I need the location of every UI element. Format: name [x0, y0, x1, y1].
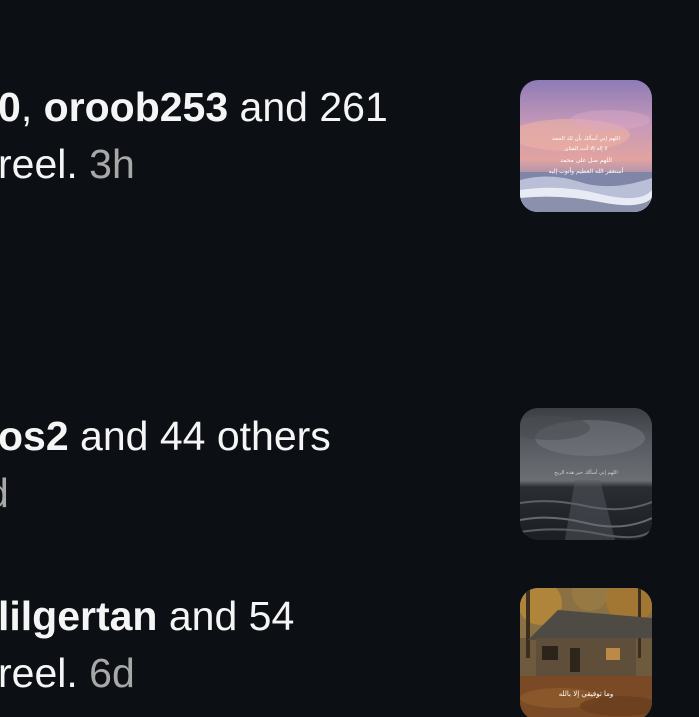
notification-line-1: 0, oroob253 and 261 — [0, 79, 388, 136]
notification-text: 0, oroob253 and 261 reel. 3h — [0, 79, 388, 193]
reel-thumbnail[interactable]: اللهم إني أسألك خير هذه الريح — [520, 408, 652, 540]
svg-text:وما توفيقي إلا بالله: وما توفيقي إلا بالله — [559, 690, 614, 698]
notification-text: os2 and 44 others d — [0, 408, 331, 522]
svg-text:اللهم صل على محمد: اللهم صل على محمد — [560, 157, 612, 164]
notification-line-2: reel. 3h — [0, 136, 388, 193]
notification-rest: reel. — [0, 141, 90, 187]
username-link[interactable]: os2 — [0, 413, 69, 459]
username-link[interactable]: lilgertan — [0, 593, 157, 639]
notification-rest: and 54 — [157, 593, 295, 639]
timestamp: 6d — [89, 650, 135, 696]
reel-thumbnail[interactable]: وما توفيقي إلا بالله — [520, 588, 652, 717]
notification-rest: and 44 others — [68, 413, 331, 459]
notification-text: lilgertan and 54 reel. 6d — [0, 588, 294, 702]
sunset-sea-image: اللهم إني أسألك بأن لك الحمد لا إله إلا … — [520, 80, 652, 212]
separator: , — [20, 84, 44, 130]
notification-line-2: d — [0, 465, 331, 522]
notification-line-1: os2 and 44 others — [0, 408, 331, 465]
username-link[interactable]: 0 — [0, 84, 21, 130]
notification-line-2: reel. 6d — [0, 645, 294, 702]
reel-thumbnail[interactable]: اللهم إني أسألك بأن لك الحمد لا إله إلا … — [520, 80, 652, 212]
svg-text:لا إله إلا أنت المنان: لا إله إلا أنت المنان — [564, 144, 607, 152]
timestamp: 3h — [89, 141, 135, 187]
svg-text:اللهم إني أسألك خير هذه الريح: اللهم إني أسألك خير هذه الريح — [554, 468, 617, 476]
activity-screen: 0, oroob253 and 261 reel. 3h اللهم إني أ… — [0, 0, 699, 717]
cabin-autumn-image: وما توفيقي إلا بالله — [520, 588, 652, 717]
notification-rest: and 261 — [228, 84, 388, 130]
notification-line-1: lilgertan and 54 — [0, 588, 294, 645]
svg-text:أستغفر الله العظيم وأتوب إليه: أستغفر الله العظيم وأتوب إليه — [549, 167, 624, 175]
timestamp: d — [0, 470, 9, 516]
svg-text:اللهم إني أسألك بأن لك الحمد: اللهم إني أسألك بأن لك الحمد — [552, 134, 621, 142]
username-link[interactable]: oroob253 — [44, 84, 229, 130]
notification-rest: reel. — [0, 650, 90, 696]
stormy-sea-image: اللهم إني أسألك خير هذه الريح — [520, 408, 652, 540]
